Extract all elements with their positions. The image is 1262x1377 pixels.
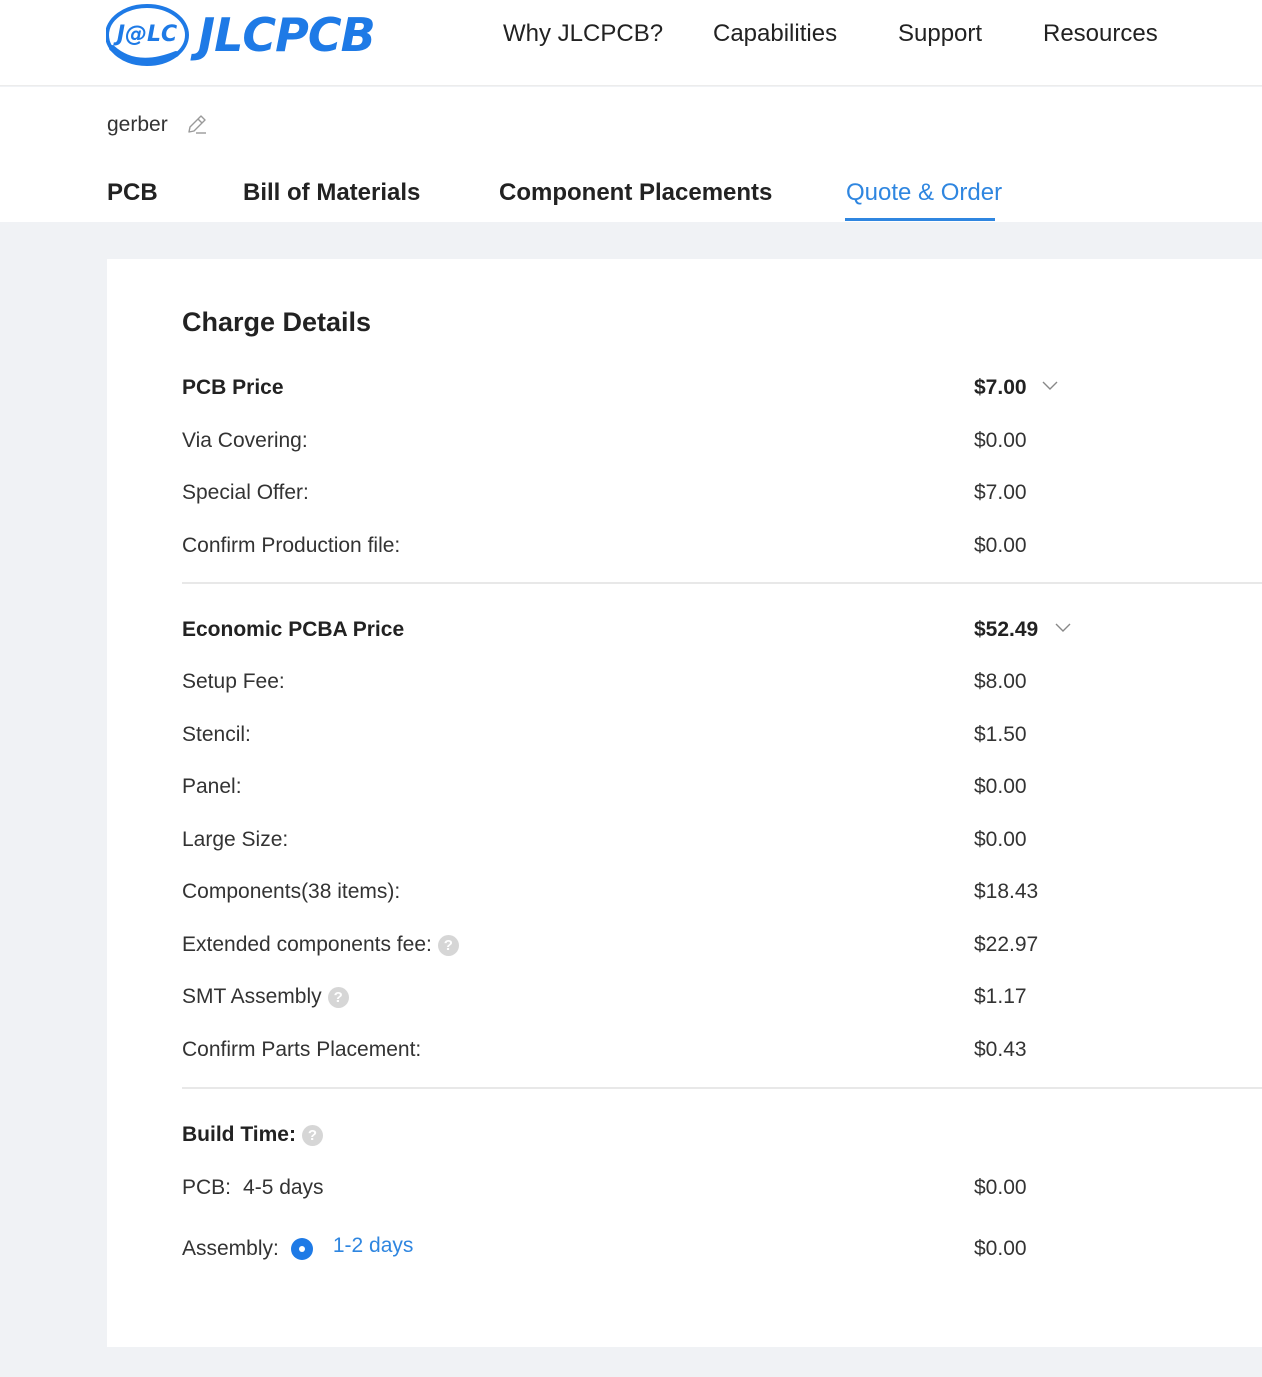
tab-bill-of-materials[interactable]: Bill of Materials bbox=[243, 179, 420, 207]
smt-assembly-label: SMT Assembly ? bbox=[182, 985, 349, 1009]
file-name: gerber bbox=[107, 113, 168, 136]
extended-components-fee-value: $22.97 bbox=[974, 933, 1039, 956]
logo-mark-icon: J@LC bbox=[105, 4, 192, 66]
logo-mark-text: J@LC bbox=[113, 22, 177, 47]
build-time-text: Build Time: bbox=[182, 1123, 296, 1146]
stencil-value: $1.50 bbox=[974, 723, 1027, 746]
setup-fee-label: Setup Fee: bbox=[182, 670, 285, 693]
via-covering-value: $0.00 bbox=[974, 429, 1027, 452]
components-value: $18.43 bbox=[974, 880, 1039, 903]
charge-line-item: Setup Fee: $8.00 bbox=[182, 670, 1262, 700]
charge-line-item: Panel: $0.00 bbox=[182, 775, 1262, 805]
pcb-build-days: 4-5 days bbox=[243, 1176, 324, 1199]
chevron-down-icon[interactable] bbox=[1040, 376, 1060, 396]
top-navigation-bar: J@LC JLCPCB Why JLCPCB? Capabilities Sup… bbox=[0, 0, 1262, 86]
pcba-price-total: $52.49 bbox=[974, 618, 1039, 641]
pcb-price-label: PCB Price bbox=[182, 376, 284, 399]
pcb-build-time-label: PCB: 4-5 days bbox=[182, 1176, 324, 1200]
pcb-build-time-row: PCB: 4-5 days $0.00 bbox=[182, 1176, 1262, 1206]
panel-value: $0.00 bbox=[974, 775, 1027, 798]
smt-assembly-text: SMT Assembly bbox=[182, 985, 322, 1008]
help-question-icon[interactable]: ? bbox=[327, 986, 349, 1008]
extended-components-fee-label: Extended components fee: ? bbox=[182, 933, 459, 957]
jlcpcb-logo[interactable]: J@LC JLCPCB bbox=[105, 2, 406, 68]
charge-line-item: Confirm Production file: $0.00 bbox=[182, 534, 1262, 564]
confirm-parts-placement-value: $0.43 bbox=[974, 1038, 1027, 1061]
section-divider bbox=[182, 582, 1262, 584]
assembly-time-option-label[interactable]: 1-2 days bbox=[333, 1234, 414, 1258]
panel-label: Panel: bbox=[182, 775, 242, 798]
special-offer-value: $7.00 bbox=[974, 481, 1027, 504]
charge-line-item: Via Covering: $0.00 bbox=[182, 429, 1262, 459]
setup-fee-value: $8.00 bbox=[974, 670, 1027, 693]
nav-capabilities[interactable]: Capabilities bbox=[713, 20, 837, 48]
chevron-down-icon[interactable] bbox=[1053, 618, 1073, 638]
assembly-time-radio[interactable] bbox=[290, 1238, 313, 1260]
charge-line-item: Extended components fee: ? $22.97 bbox=[182, 933, 1262, 963]
charge-line-item: Special Offer: $7.00 bbox=[182, 481, 1262, 511]
nav-resources[interactable]: Resources bbox=[1043, 20, 1158, 48]
pcb-price-row: PCB Price $7.00 bbox=[182, 376, 1262, 406]
assembly-build-time-value: $0.00 bbox=[974, 1237, 1027, 1260]
tab-component-placements[interactable]: Component Placements bbox=[499, 179, 772, 207]
help-question-icon[interactable]: ? bbox=[437, 934, 459, 956]
charge-details-panel: Charge Details PCB Price $7.00 Via Cover… bbox=[107, 259, 1262, 1347]
assembly-build-time-label: Assembly: 1-2 days bbox=[182, 1234, 414, 1261]
charge-line-item: Components(38 items): $18.43 bbox=[182, 880, 1262, 910]
build-time-label: Build Time: ? bbox=[182, 1123, 323, 1147]
nav-support[interactable]: Support bbox=[898, 20, 982, 48]
tab-quote-and-order[interactable]: Quote & Order bbox=[846, 179, 1002, 207]
pcba-price-row: Economic PCBA Price $52.49 bbox=[182, 618, 1262, 648]
logo-text: JLCPCB bbox=[198, 8, 376, 62]
confirm-production-file-label: Confirm Production file: bbox=[182, 534, 401, 557]
large-size-label: Large Size: bbox=[182, 828, 289, 851]
help-question-icon[interactable]: ? bbox=[301, 1124, 323, 1146]
charge-line-item: Stencil: $1.50 bbox=[182, 723, 1262, 753]
nav-why-jlcpcb[interactable]: Why JLCPCB? bbox=[503, 20, 663, 48]
order-tabs-bar: gerber PCB Bill of Materials Component P… bbox=[0, 87, 1262, 222]
large-size-value: $0.00 bbox=[974, 828, 1027, 851]
pcb-price-total: $7.00 bbox=[974, 376, 1027, 399]
pcb-build-label: PCB: bbox=[182, 1176, 232, 1199]
special-offer-label: Special Offer: bbox=[182, 481, 309, 504]
assembly-build-time-row: Assembly: 1-2 days $0.00 bbox=[182, 1234, 1262, 1267]
section-divider bbox=[182, 1087, 1262, 1089]
confirm-parts-placement-label: Confirm Parts Placement: bbox=[182, 1038, 422, 1061]
stencil-label: Stencil: bbox=[182, 723, 251, 746]
components-label: Components(38 items): bbox=[182, 880, 401, 903]
charge-line-item: Large Size: $0.00 bbox=[182, 828, 1262, 858]
charge-line-item: Confirm Parts Placement: $0.43 bbox=[182, 1038, 1262, 1068]
confirm-production-file-value: $0.00 bbox=[974, 534, 1027, 557]
assembly-label: Assembly: bbox=[182, 1237, 279, 1260]
pcb-build-time-value: $0.00 bbox=[974, 1176, 1027, 1199]
charge-details-title: Charge Details bbox=[182, 307, 372, 337]
charge-line-item: SMT Assembly ? $1.17 bbox=[182, 985, 1262, 1015]
via-covering-label: Via Covering: bbox=[182, 429, 308, 452]
tab-pcb[interactable]: PCB bbox=[107, 179, 158, 207]
active-tab-underline bbox=[845, 218, 995, 221]
smt-assembly-value: $1.17 bbox=[974, 985, 1027, 1008]
edit-pencil-icon[interactable] bbox=[186, 113, 208, 135]
build-time-row: Build Time: ? bbox=[182, 1123, 1262, 1153]
pcba-price-label: Economic PCBA Price bbox=[182, 618, 405, 641]
extended-components-fee-text: Extended components fee: bbox=[182, 933, 432, 956]
